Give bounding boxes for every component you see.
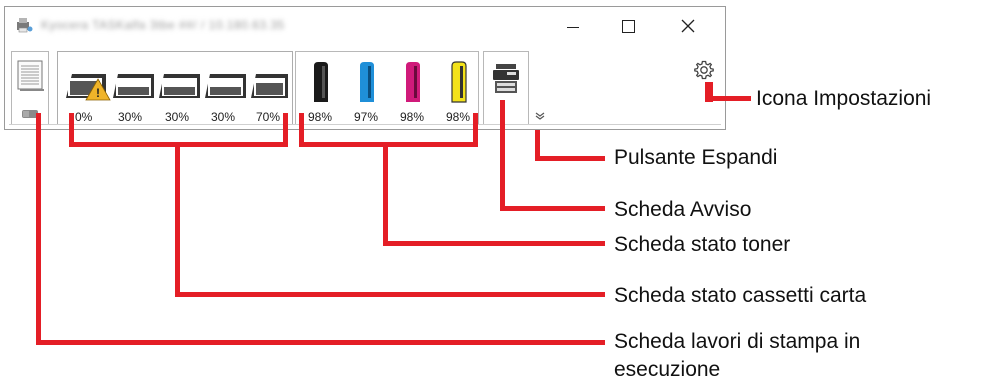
callout-line-cassette-h — [175, 292, 605, 297]
expand-button[interactable] — [535, 112, 545, 123]
toner-black-icon — [314, 62, 328, 102]
toner-icons — [314, 61, 467, 103]
minimize-icon — [567, 26, 579, 28]
document-stack-icon — [17, 60, 44, 91]
cassette-4-level: 30% — [211, 110, 236, 124]
toner-magenta-level: 98% — [400, 110, 425, 124]
callout-line-expand-h — [535, 156, 605, 161]
label-jobs-tab-line2: esecuzione — [614, 358, 721, 381]
cassette-5-icon — [251, 74, 288, 98]
label-jobs-tab-line1: Scheda lavori di stampa in — [614, 330, 861, 353]
toner-cyan-icon — [360, 62, 374, 102]
tab-toner-status[interactable]: 98% 97% 98% 98% — [295, 51, 479, 125]
callout-line-alert-v — [500, 100, 505, 211]
window-title: Kyocera TASKalfa 3tbe ##/ / 10.180.63.35 — [41, 18, 285, 32]
toner-yellow-icon — [451, 61, 467, 103]
label-settings-icon: Icona Impostazioni — [756, 87, 932, 110]
cassette-4-icon — [205, 74, 246, 98]
maximize-button[interactable] — [605, 7, 651, 45]
callout-bracket-toner-h — [299, 142, 478, 147]
label-alert-tab: Scheda Avviso — [614, 198, 752, 221]
callout-line-toner-v — [383, 142, 388, 246]
cassette-3-level: 30% — [165, 110, 190, 124]
printer-device-icon — [493, 64, 519, 93]
callout-line-cassette-v — [175, 142, 180, 297]
monitor-content: ! 0% 30% 30% 30% 70% 98% 97% 98% 98% — [5, 45, 725, 129]
printer-app-icon — [17, 18, 33, 33]
callout-line-jobs-h — [36, 340, 605, 345]
tab-baseline — [9, 124, 721, 125]
cassette-2-icon — [113, 74, 154, 98]
close-button[interactable] — [665, 7, 711, 45]
maximize-icon — [621, 19, 635, 33]
title-bar: Kyocera TASKalfa 3tbe ##/ / 10.180.63.35 — [5, 7, 725, 45]
callout-line-settings-h — [705, 96, 751, 101]
cassette-icons: ! — [66, 74, 288, 101]
toner-black-level: 98% — [308, 110, 333, 124]
cassette-3-icon — [159, 74, 200, 98]
cassette-1-level: 0% — [75, 110, 93, 124]
gear-icon[interactable] — [693, 59, 715, 81]
callout-line-toner-h — [383, 241, 605, 246]
cassette-5-level: 70% — [256, 110, 281, 124]
label-toner-tab: Scheda stato toner — [614, 233, 791, 256]
toner-yellow-level: 98% — [446, 110, 471, 124]
label-expand-button: Pulsante Espandi — [614, 146, 778, 169]
callout-line-alert-h — [500, 206, 605, 211]
status-monitor-window: Kyocera TASKalfa 3tbe ##/ / 10.180.63.35 — [4, 6, 726, 130]
minimize-button[interactable] — [550, 7, 596, 45]
tab-paper-cassettes[interactable]: ! 0% 30% 30% 30% 70% — [57, 51, 293, 125]
callout-line-jobs-v — [36, 113, 41, 345]
cassette-1-icon: ! — [66, 74, 111, 101]
svg-text:!: ! — [96, 86, 100, 100]
tab-alert[interactable] — [483, 51, 529, 125]
close-icon — [681, 19, 695, 33]
label-cassette-tab: Scheda stato cassetti carta — [614, 284, 867, 307]
toner-cyan-level: 97% — [354, 110, 379, 124]
chevron-down-icon — [535, 112, 545, 120]
tab-print-jobs[interactable] — [11, 51, 49, 125]
cassette-2-level: 30% — [118, 110, 143, 124]
toner-magenta-icon — [406, 62, 420, 102]
